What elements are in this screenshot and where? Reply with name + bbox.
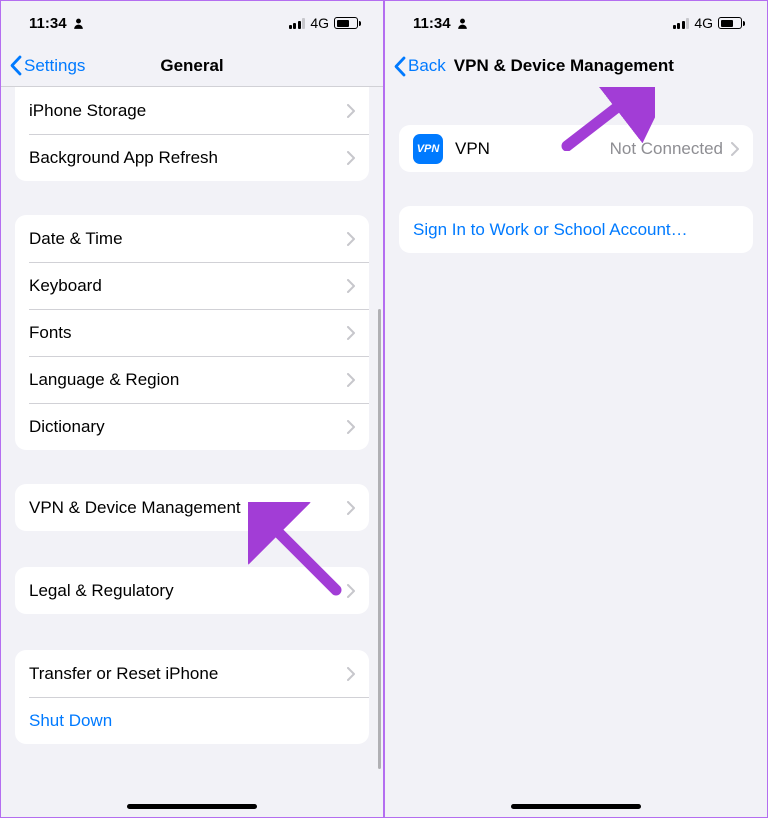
- row-shut-down[interactable]: Shut Down: [15, 697, 369, 744]
- status-time: 11:34: [413, 15, 451, 32]
- row-background-app-refresh[interactable]: Background App Refresh: [15, 134, 369, 181]
- home-indicator[interactable]: [127, 804, 257, 809]
- nav-bar: Settings General: [1, 45, 383, 87]
- row-value: Not Connected: [610, 139, 723, 159]
- row-vpn-device-management[interactable]: VPN & Device Management: [15, 484, 369, 531]
- row-label: Shut Down: [29, 711, 355, 731]
- row-dictionary[interactable]: Dictionary: [15, 403, 369, 450]
- network-label: 4G: [694, 15, 713, 31]
- scrollbar[interactable]: [378, 309, 381, 769]
- network-label: 4G: [310, 15, 329, 31]
- settings-group: Legal & Regulatory: [15, 567, 369, 614]
- status-left: 11:34: [413, 15, 469, 32]
- chevron-right-icon: [347, 279, 355, 293]
- settings-group: VPN & Device Management: [15, 484, 369, 531]
- status-right: 4G: [289, 15, 361, 31]
- row-label: Language & Region: [29, 370, 347, 390]
- vpn-icon: VPN: [413, 134, 443, 164]
- battery-icon: [718, 17, 745, 29]
- chevron-right-icon: [347, 667, 355, 681]
- status-right: 4G: [673, 15, 745, 31]
- signal-icon: [673, 18, 690, 29]
- back-button[interactable]: Back: [393, 56, 446, 77]
- back-button[interactable]: Settings: [9, 55, 85, 76]
- row-label: Legal & Regulatory: [29, 581, 347, 601]
- battery-icon: [334, 17, 361, 29]
- row-transfer-reset[interactable]: Transfer or Reset iPhone: [15, 650, 369, 697]
- settings-group: Date & Time Keyboard Fonts Language & Re…: [15, 215, 369, 450]
- settings-group: Sign In to Work or School Account…: [399, 206, 753, 253]
- chevron-right-icon: [347, 584, 355, 598]
- settings-group: Transfer or Reset iPhone Shut Down: [15, 650, 369, 744]
- person-icon: [456, 17, 469, 30]
- settings-group: VPN VPN Not Connected: [399, 125, 753, 172]
- chevron-right-icon: [347, 232, 355, 246]
- chevron-right-icon: [347, 501, 355, 515]
- row-label: Background App Refresh: [29, 148, 347, 168]
- content-area: iPhone Storage Background App Refresh Da…: [1, 87, 383, 817]
- row-label: Transfer or Reset iPhone: [29, 664, 347, 684]
- row-language-region[interactable]: Language & Region: [15, 356, 369, 403]
- row-date-time[interactable]: Date & Time: [15, 215, 369, 262]
- row-label: Date & Time: [29, 229, 347, 249]
- page-title: General: [160, 56, 223, 76]
- row-label: Fonts: [29, 323, 347, 343]
- back-label: Back: [408, 56, 446, 76]
- chevron-right-icon: [731, 142, 739, 156]
- chevron-right-icon: [347, 373, 355, 387]
- page-title: VPN & Device Management: [454, 56, 674, 76]
- status-left: 11:34: [29, 15, 85, 32]
- chevron-right-icon: [347, 420, 355, 434]
- content-area: VPN VPN Not Connected Sign In to Work or…: [385, 87, 767, 817]
- home-indicator[interactable]: [511, 804, 641, 809]
- row-label: VPN: [455, 139, 610, 159]
- chevron-right-icon: [347, 151, 355, 165]
- row-fonts[interactable]: Fonts: [15, 309, 369, 356]
- row-label: Dictionary: [29, 417, 347, 437]
- settings-group: iPhone Storage Background App Refresh: [15, 87, 369, 181]
- status-time: 11:34: [29, 15, 67, 32]
- row-keyboard[interactable]: Keyboard: [15, 262, 369, 309]
- person-icon: [72, 17, 85, 30]
- row-label: Keyboard: [29, 276, 347, 296]
- phone-right: 11:34 4G Back VPN & Device Management VP…: [384, 0, 768, 818]
- status-bar: 11:34 4G: [1, 1, 383, 45]
- status-bar: 11:34 4G: [385, 1, 767, 45]
- row-label: iPhone Storage: [29, 101, 347, 121]
- row-label: Sign In to Work or School Account…: [413, 220, 739, 240]
- phone-left: 11:34 4G Settings General iPhone Storage: [0, 0, 384, 818]
- chevron-right-icon: [347, 326, 355, 340]
- nav-bar: Back VPN & Device Management: [385, 45, 767, 87]
- row-label: VPN & Device Management: [29, 498, 347, 518]
- chevron-right-icon: [347, 104, 355, 118]
- row-vpn[interactable]: VPN VPN Not Connected: [399, 125, 753, 172]
- row-legal-regulatory[interactable]: Legal & Regulatory: [15, 567, 369, 614]
- signal-icon: [289, 18, 306, 29]
- row-signin-work-school[interactable]: Sign In to Work or School Account…: [399, 206, 753, 253]
- row-iphone-storage[interactable]: iPhone Storage: [15, 87, 369, 134]
- back-label: Settings: [24, 56, 85, 76]
